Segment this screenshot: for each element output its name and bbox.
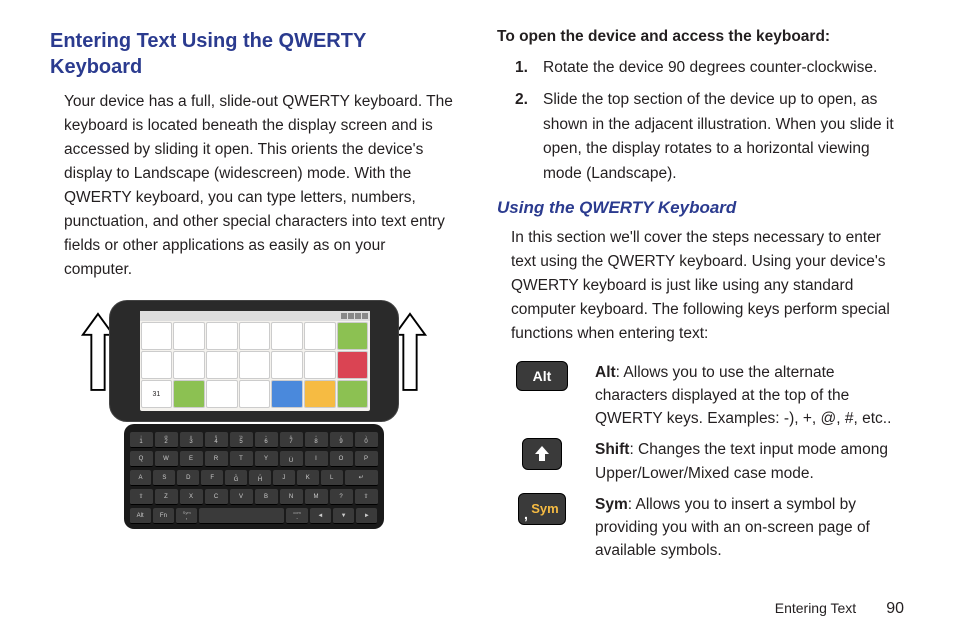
open-device-heading: To open the device and access the keyboa…	[497, 28, 904, 46]
using-keyboard-intro: In this section we'll cover the steps ne…	[511, 226, 904, 346]
shift-key-row: Shift: Changes the text input mode among…	[511, 438, 904, 485]
alt-key-description: Alt: Allows you to use the alternate cha…	[595, 361, 904, 431]
page-footer: Entering Text 90	[775, 600, 904, 618]
status-bar	[140, 311, 370, 321]
phone-display-section: 31	[109, 300, 399, 422]
phone-keyboard: !1@2#3$4%5^6&7*8(9)0QWERTY-UIOPASDF<G>HJ…	[124, 424, 384, 529]
special-keys-table: Alt Alt: Allows you to use the alternate…	[511, 361, 904, 563]
using-keyboard-heading: Using the QWERTY Keyboard	[497, 198, 904, 218]
footer-page-number: 90	[886, 600, 904, 618]
left-column: Entering Text Using the QWERTY Keyboard …	[50, 28, 457, 583]
shift-arrow-icon	[522, 438, 562, 470]
sym-key-icon: , Sym	[511, 493, 573, 525]
alt-key-row: Alt Alt: Allows you to use the alternate…	[511, 361, 904, 431]
step-2: Slide the top section of the device up t…	[515, 88, 904, 186]
shift-key-description: Shift: Changes the text input mode among…	[595, 438, 904, 485]
open-device-steps: Rotate the device 90 degrees counter-clo…	[515, 56, 904, 186]
footer-section-name: Entering Text	[775, 600, 856, 616]
main-heading: Entering Text Using the QWERTY Keyboard	[50, 28, 457, 80]
phone-body: 31 !1@2#3$4%5^6&7*8(9)0QWERTY-UIOPASDF<G…	[109, 300, 399, 530]
shift-key-icon	[511, 438, 573, 470]
device-illustration: 31 !1@2#3$4%5^6&7*8(9)0QWERTY-UIOPASDF<G…	[84, 292, 424, 542]
right-column: To open the device and access the keyboa…	[497, 28, 904, 583]
alt-key-icon: Alt	[511, 361, 573, 391]
home-screen-grid: 31	[140, 321, 370, 409]
sym-key-row: , Sym Sym: Allows you to insert a symbol…	[511, 493, 904, 563]
intro-paragraph: Your device has a full, slide-out QWERTY…	[64, 90, 457, 282]
step-1: Rotate the device 90 degrees counter-clo…	[515, 56, 904, 80]
sym-key-description: Sym: Allows you to insert a symbol by pr…	[595, 493, 904, 563]
phone-screen: 31	[140, 311, 370, 411]
